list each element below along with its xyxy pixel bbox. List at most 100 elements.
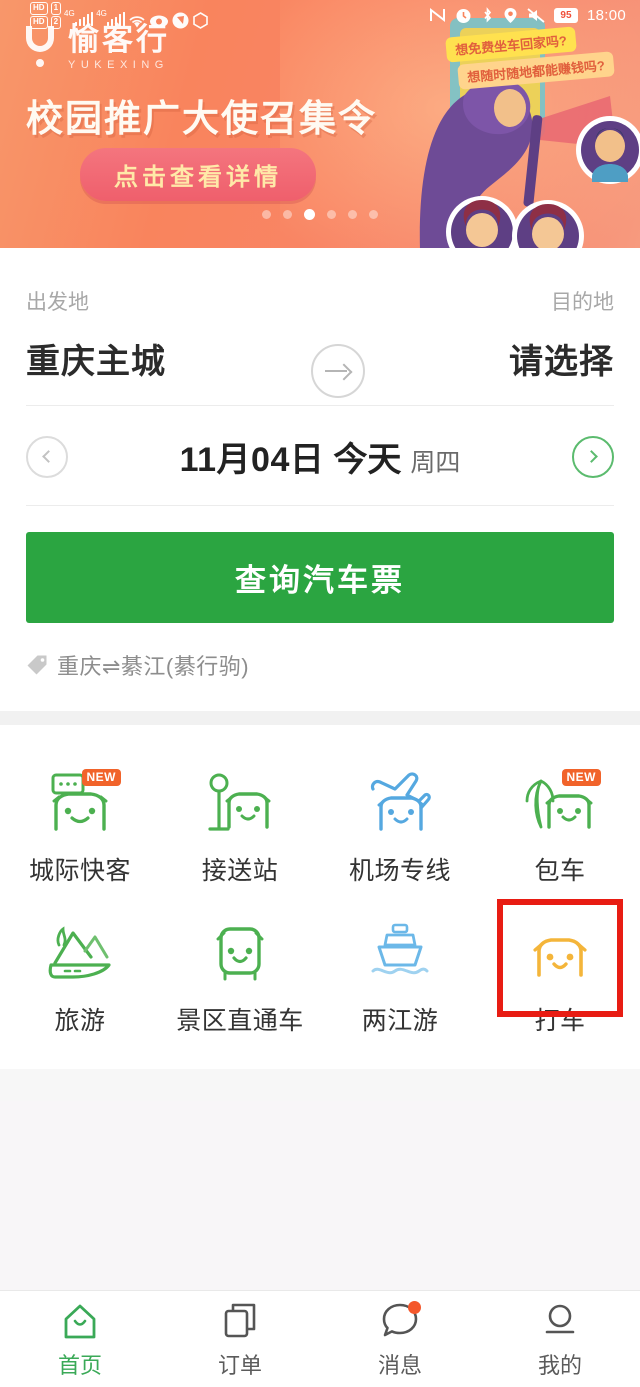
date-main: 11月04日 [179,441,325,479]
eye-icon [150,15,169,27]
date-weekday: 周四 [410,449,461,477]
service-item-airport[interactable]: 机场专线 [320,751,480,901]
new-badge: NEW [81,769,121,787]
signal-icon-2: 4G [96,9,126,29]
service-label: 旅游 [54,1007,106,1035]
new-badge: NEW [561,769,601,787]
service-label: 景区直通车 [176,1007,304,1035]
origin-field[interactable]: 出发地 重庆主城 [26,292,166,379]
service-item-station[interactable]: 接送站 [160,751,320,901]
profile-icon [538,1299,582,1341]
origin-value: 重庆主城 [26,343,166,381]
route-tag-row[interactable]: 重庆⇌綦江(綦行驹) [26,623,614,711]
banner-dots[interactable] [262,209,378,221]
scenic-shuttle-icon [197,917,283,991]
tag-icon [27,655,47,675]
status-bar: HD HD 1 2 4G 4G 95 18:00 [0,0,640,30]
search-card: 出发地 重庆主城 目的地 请选择 11月04日 今天 周四 查询汽车票 重庆⇌綦… [0,248,640,711]
origin-destination-row: 出发地 重庆主城 目的地 请选择 [26,248,614,398]
chevron-right-icon [585,450,598,463]
home-icon [58,1299,102,1341]
route-tag-text: 重庆⇌綦江(綦行驹) [57,654,250,679]
tab-messages[interactable]: 消息 [320,1291,480,1387]
logo-english: YUKEXING [68,58,169,71]
clock: 18:00 [586,6,626,24]
service-item-travel[interactable]: 旅游 [0,901,160,1051]
signal-icon: 4G [64,9,94,29]
banner-dot[interactable] [348,210,357,219]
mute-icon [527,7,545,23]
search-ticket-button[interactable]: 查询汽车票 [26,532,614,623]
tab-label: 我的 [537,1352,582,1378]
service-item-charter[interactable]: NEW 包车 [480,751,640,901]
banner-dot[interactable] [262,210,271,219]
airport-line-icon [357,767,443,841]
service-grid: NEW 城际快客 接送站 机场专线 NEW 包车 旅游 景区直通车 两江游 打车 [0,725,640,1069]
app-logo: 愉客行 YUKEXING [22,23,170,71]
orders-icon [218,1299,262,1341]
empty-area [0,1101,640,1290]
tab-profile[interactable]: 我的 [480,1291,640,1387]
tab-home[interactable]: 首页 [0,1291,160,1387]
tab-label: 首页 [57,1352,102,1378]
service-row-2: 旅游 景区直通车 两江游 打车 [0,899,640,1051]
date-today: 今天 [333,441,402,479]
hd-icon: HD [30,1,48,15]
location-icon [504,7,517,23]
bottom-tab-bar: 首页 订单 消息 我的 [0,1290,640,1387]
service-item-scenic[interactable]: 景区直通车 [160,901,320,1051]
intercity-bus-icon: NEW [37,767,123,841]
hd-icon-2: HD [30,15,48,29]
section-gap [0,711,640,725]
service-row-1: NEW 城际快客 接送站 机场专线 NEW 包车 [0,751,640,901]
tab-label: 订单 [217,1352,262,1378]
hexagon-icon [193,11,209,29]
destination-value: 请选择 [509,343,614,381]
banner-dot-active[interactable] [304,209,315,220]
date-display[interactable]: 11月04日 今天 周四 [68,432,572,481]
logo-mark-icon [22,24,60,68]
tab-label: 消息 [377,1352,422,1378]
banner-cta-button[interactable]: 点击查看详情 [80,148,316,201]
service-item-taxi[interactable]: 打车 [480,899,640,1051]
service-label: 城际快客 [28,857,131,885]
message-icon [378,1299,422,1341]
banner-dot[interactable] [283,210,292,219]
service-item-intercity[interactable]: NEW 城际快客 [0,751,160,901]
service-label: 包车 [534,857,586,885]
service-item-cruise[interactable]: 两江游 [320,901,480,1051]
sim-icon-2: 2 [50,15,62,29]
tab-orders[interactable]: 订单 [160,1291,320,1387]
date-prev-button[interactable] [26,435,68,478]
date-selector: 11月04日 今天 周四 [26,406,614,505]
promo-banner[interactable]: HD HD 1 2 4G 4G 95 18:00 愉客行 YUKEXING 想免… [0,0,640,248]
wifi-icon [129,15,145,27]
service-label: 机场专线 [348,857,451,885]
taxi-icon [517,917,603,991]
destination-label: 目的地 [551,291,614,314]
service-label: 接送站 [201,857,279,885]
charter-bus-icon: NEW [517,767,603,841]
bluetooth-icon [484,6,492,23]
divider-2 [26,505,614,506]
app-screen: HD HD 1 2 4G 4G 95 18:00 愉客行 YUKEXING 想免… [0,0,640,1387]
banner-title: 校园推广大使召集令 [26,98,377,139]
shield-icon [172,12,189,28]
service-label: 打车 [534,1007,586,1035]
travel-mountain-icon [37,917,123,991]
battery-icon: 95 [553,7,578,23]
alarm-icon [456,8,471,23]
notification-dot [408,1300,421,1314]
river-cruise-icon [357,917,443,991]
destination-field[interactable]: 目的地 请选择 [509,292,614,379]
chevron-left-icon [42,450,55,463]
swap-button[interactable] [310,344,365,398]
banner-dot[interactable] [369,210,378,219]
date-next-button[interactable] [572,435,614,478]
banner-dot[interactable] [327,210,336,219]
sim-icon: 1 [50,1,62,15]
service-label: 两江游 [361,1007,439,1035]
swap-arrow-icon [324,364,351,378]
nfc-icon [429,7,445,23]
station-shuttle-icon [197,767,283,841]
